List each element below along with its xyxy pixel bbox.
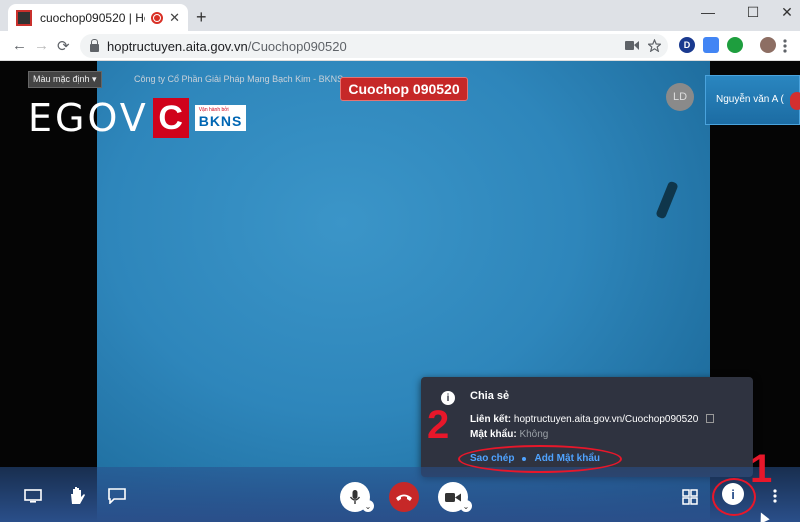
phone-hangup-icon — [396, 494, 412, 501]
forward-button[interactable]: → — [34, 37, 49, 54]
lock-icon — [90, 39, 99, 52]
participant-name: Nguyễn văn A ( — [716, 94, 784, 105]
more-options-icon[interactable] — [773, 489, 777, 503]
browser-tab[interactable]: cuochop090520 | Họp trực tu ✕ — [8, 4, 188, 31]
extension-d-icon[interactable]: D — [679, 37, 695, 53]
raise-hand-icon[interactable] — [68, 485, 86, 505]
tile-view-icon[interactable] — [682, 489, 698, 505]
chat-extension-icon[interactable] — [727, 37, 743, 53]
password-value: Không — [519, 429, 549, 440]
recording-icon — [151, 11, 164, 24]
url-host: hoptructuyen.aita.gov.vn — [107, 38, 248, 54]
annotation-ellipse-links — [458, 445, 622, 473]
camera-options-chevron-icon[interactable]: ⌄ — [460, 500, 472, 512]
avatar[interactable]: LD — [666, 83, 694, 111]
browser-toolbar: ← → ⟳ hoptructuyen.aita.gov.vn /Cuochop0… — [0, 31, 800, 61]
room-name-badge: Cuochop 090520 — [340, 77, 468, 101]
video-artifact — [655, 180, 679, 220]
camera-icon[interactable] — [625, 40, 639, 51]
minimize-button[interactable]: — — [688, 4, 728, 20]
bookmark-star-icon[interactable] — [648, 39, 661, 52]
tab-close-icon[interactable]: ✕ — [169, 10, 180, 26]
link-value: hoptructuyen.aita.gov.vn/Cuochop090520 — [513, 414, 699, 425]
company-name: Công ty Cổ Phần Giải Pháp Mạng Bạch Kim … — [134, 74, 344, 84]
egov-logo: EGOV C Vận hành bởi BKNS — [28, 96, 247, 140]
hangup-button[interactable] — [389, 482, 419, 512]
layout-dropdown[interactable]: Màu mặc định ▾ — [28, 71, 102, 88]
link-label: Liên kết: — [470, 414, 512, 425]
chat-icon[interactable] — [108, 488, 126, 504]
meeting-toolbar: ⌄ ⌄ i — [0, 467, 800, 522]
microphone-icon — [349, 490, 361, 504]
annotation-step-1: 1 — [750, 447, 773, 491]
participant-thumbnail[interactable]: Nguyễn văn A ( — [705, 75, 800, 125]
video-camera-icon — [445, 492, 461, 502]
tab-title: cuochop090520 | Họp trực tu — [40, 10, 145, 25]
popup-title: Chia sẻ — [470, 390, 510, 402]
reload-button[interactable]: ⟳ — [57, 37, 70, 55]
copy-icon[interactable] — [706, 414, 715, 423]
translate-extension-icon[interactable] — [703, 37, 719, 53]
new-tab-button[interactable]: + — [196, 7, 207, 28]
participant-indicator-icon — [790, 92, 800, 110]
browser-menu-icon[interactable] — [783, 39, 787, 53]
address-bar[interactable]: hoptructuyen.aita.gov.vn /Cuochop090520 — [80, 34, 668, 58]
url-path: /Cuochop090520 — [247, 38, 347, 54]
logo-text: EGOV — [28, 96, 149, 140]
profile-avatar[interactable] — [760, 37, 776, 53]
browser-tab-strip: cuochop090520 | Họp trực tu ✕ + — ☐ ✕ — [0, 0, 800, 31]
close-window-button[interactable]: ✕ — [767, 4, 800, 21]
bkns-brand: BKNS — [198, 113, 243, 129]
back-button[interactable]: ← — [12, 37, 27, 54]
link-row: Liên kết: hoptructuyen.aita.gov.vn/Cuoch… — [470, 414, 715, 425]
screen-share-icon[interactable] — [24, 489, 42, 503]
mic-options-chevron-icon[interactable]: ⌄ — [362, 500, 374, 512]
site-favicon-icon — [16, 9, 32, 26]
password-label: Mật khẩu: — [470, 429, 517, 440]
annotation-step-2: 2 — [427, 403, 450, 447]
logo-c: C — [152, 98, 189, 138]
bkns-logo: Vận hành bởi BKNS — [194, 105, 247, 131]
password-row: Mật khẩu: Không — [470, 429, 548, 440]
